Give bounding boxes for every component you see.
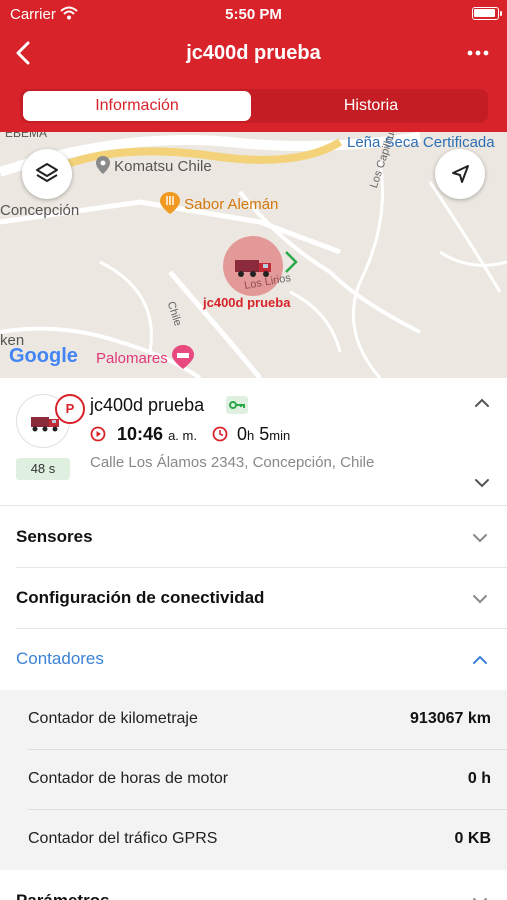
tab-informacion[interactable]: Información [23, 91, 251, 121]
counters-list: Contador de kilometraje 913067 km Contad… [0, 690, 507, 870]
last-update-time: 10:46 [117, 424, 164, 444]
vehicle-marker-label: jc400d prueba [203, 295, 291, 310]
ignition-key-icon [226, 396, 248, 414]
map-locate-button[interactable] [435, 149, 485, 199]
google-logo: Google [9, 345, 78, 367]
chevron-down-icon [473, 898, 487, 900]
status-time: 5:50 PM [225, 6, 282, 23]
restaurant-pin-icon [160, 192, 180, 214]
app-header: Carrier 5:50 PM jc400d prueba Informació… [0, 0, 507, 132]
section-conectividad[interactable]: Configuración de conectividad [0, 568, 507, 629]
duration-icon [212, 426, 228, 442]
navigation-arrow-icon [452, 165, 469, 183]
battery-icon [472, 7, 502, 20]
data-age-badge: 48 s [16, 458, 70, 480]
more-horizontal-icon [467, 50, 489, 56]
duration-hours-unit: h [247, 428, 255, 443]
section-sensores-label: Sensores [16, 527, 93, 546]
counter-row: Contador de horas de motor 0 h [0, 750, 507, 810]
truck-icon [235, 260, 271, 277]
map-layers-button[interactable] [22, 149, 72, 199]
vehicle-marker[interactable] [223, 236, 283, 296]
map-pin-gray-icon [96, 156, 110, 174]
section-parametros-label: Parámetros [16, 891, 110, 900]
card-collapse-button[interactable] [473, 394, 491, 412]
vehicle-address: Calle Los Álamos 2343, Concepción, Chile [90, 454, 375, 471]
section-parametros[interactable]: Parámetros [0, 871, 507, 900]
vehicle-name: jc400d prueba [90, 395, 205, 415]
segmented-control: Información Historia [20, 89, 488, 123]
counter-value: 0 KB [454, 830, 491, 847]
komatsu-text: Komatsu Chile [114, 158, 212, 175]
chevron-down-icon [473, 534, 487, 543]
counter-row: Contador de kilometraje 913067 km [0, 690, 507, 750]
time-icon [90, 426, 106, 442]
duration-hours: 0 [237, 424, 248, 444]
tab-historia[interactable]: Historia [257, 91, 485, 121]
card-expand-button[interactable] [473, 474, 491, 492]
sabor-text: Sabor Alemán [184, 196, 279, 213]
counter-label: Contador del tráfico GPRS [28, 830, 218, 847]
duration-minutes: 5 [259, 424, 270, 444]
chevron-up-icon [475, 398, 489, 407]
status-bar: Carrier 5:50 PM [0, 0, 507, 28]
map-label-palomares: Palomares [96, 345, 194, 369]
page-title: jc400d prueba [186, 42, 321, 64]
marker-direction-icon [284, 250, 298, 274]
counter-label: Contador de kilometraje [28, 710, 198, 727]
palomares-text: Palomares [96, 350, 168, 367]
counter-label: Contador de horas de motor [28, 770, 229, 787]
map-label-sabor: Sabor Alemán [160, 192, 278, 214]
map-label-komatsu: Komatsu Chile [96, 156, 212, 175]
section-contadores-label: Contadores [16, 649, 104, 668]
chevron-down-icon [473, 595, 487, 604]
counter-value: 0 h [467, 770, 491, 787]
section-sensores[interactable]: Sensores [0, 507, 507, 568]
parking-badge: P [55, 394, 85, 424]
counter-value: 913067 km [410, 710, 491, 727]
section-conectividad-label: Configuración de conectividad [16, 588, 265, 607]
last-update-suffix: a. m. [168, 428, 197, 443]
chevron-down-icon [475, 479, 489, 488]
counter-row: Contador del tráfico GPRS 0 KB [0, 810, 507, 870]
more-options-button[interactable] [463, 38, 493, 68]
map-label-ebema: EBEMA [5, 132, 48, 140]
chevron-up-icon [473, 655, 487, 664]
map-view[interactable]: EBEMA Komatsu Chile Sabor Alemán Concepc… [0, 132, 507, 378]
vehicle-time-row: 10:46 a. m. 0h 5min [90, 424, 290, 445]
map-label-concepcion: Concepción [0, 202, 80, 219]
duration-minutes-unit: min [269, 428, 291, 443]
layers-icon [36, 163, 58, 182]
hotel-pin-icon [171, 345, 194, 369]
section-contadores[interactable]: Contadores [0, 629, 507, 690]
